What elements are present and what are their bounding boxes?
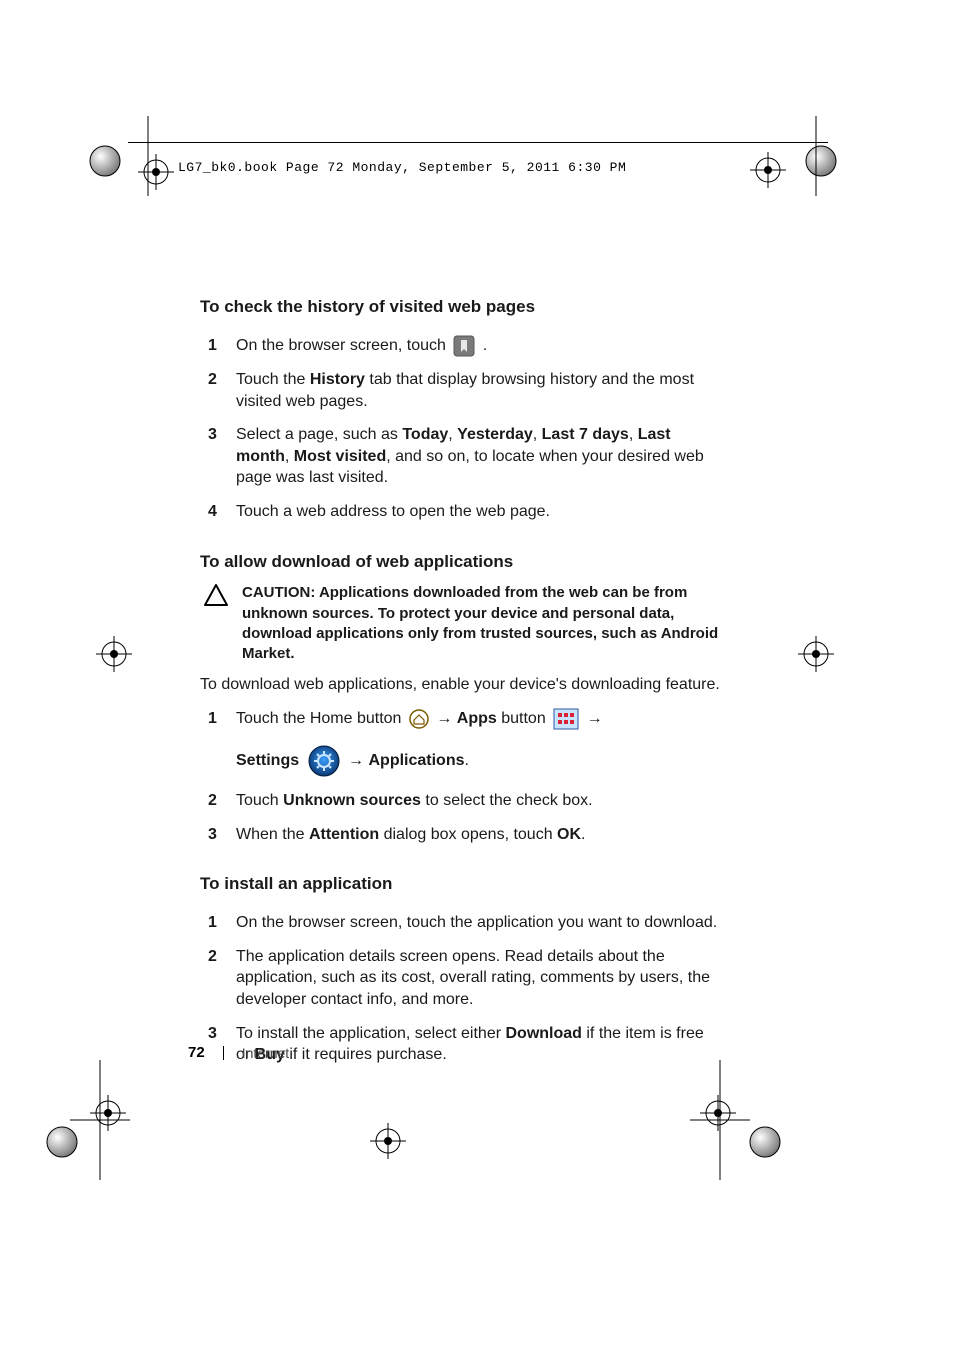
- crop-line-top: [128, 142, 828, 143]
- bookmark-icon: [453, 335, 475, 357]
- home-button-icon: [409, 709, 429, 729]
- step-text: ,: [448, 426, 457, 443]
- step-text: →: [436, 710, 456, 727]
- bold-term: Attention: [309, 826, 379, 843]
- bold-term: Download: [505, 1025, 581, 1042]
- page-number: 72: [188, 1044, 205, 1061]
- paragraph: To download web applications, enable you…: [200, 674, 720, 696]
- caution-text: CAUTION: Applications downloaded from th…: [242, 583, 720, 664]
- step-text: .: [483, 337, 487, 354]
- step-text: To install the application, select eithe…: [236, 1025, 505, 1042]
- list-item: On the browser screen, touch .: [200, 329, 720, 363]
- registration-target-icon: [700, 1095, 736, 1131]
- caution-triangle-icon: [203, 583, 229, 607]
- step-text: .: [581, 826, 585, 843]
- step-text: ,: [629, 426, 638, 443]
- step-text: dialog box opens, touch: [379, 826, 557, 843]
- settings-icon: [307, 744, 341, 778]
- list-item: Touch Unknown sources to select the chec…: [200, 784, 720, 818]
- bold-term: Applications: [368, 752, 464, 769]
- bold-term: Last 7 days: [542, 426, 629, 443]
- step-text: Touch: [236, 792, 283, 809]
- crop-mark-icon: [128, 116, 168, 196]
- bold-term: Apps: [457, 710, 497, 727]
- step-text: The application details screen opens. Re…: [236, 948, 710, 1008]
- list-item: Touch the Home button → Apps button → Se…: [200, 702, 720, 784]
- bold-term: Unknown sources: [283, 792, 421, 809]
- steps-check-history: On the browser screen, touch . Touch the…: [200, 329, 720, 529]
- heading-allow-download: To allow download of web applications: [200, 551, 720, 574]
- step-text: to select the check box.: [421, 792, 593, 809]
- step-text: Select a page, such as: [236, 426, 402, 443]
- registration-target-icon: [798, 636, 834, 672]
- page: LG7_bk0.book Page 72 Monday, September 5…: [0, 0, 954, 1351]
- registration-target-icon: [138, 154, 174, 190]
- registration-target-icon: [90, 1095, 126, 1131]
- apps-grid-icon: [553, 708, 579, 730]
- step-text: Touch a web address to open the web page…: [236, 503, 550, 520]
- step-text: When the: [236, 826, 309, 843]
- running-header: LG7_bk0.book Page 72 Monday, September 5…: [178, 160, 626, 175]
- step-text: On the browser screen, touch the applica…: [236, 914, 717, 931]
- crop-mark-icon: [796, 116, 836, 196]
- bold-term: Most visited: [294, 448, 386, 465]
- crop-mark-icon: [690, 1060, 750, 1180]
- step-text: Touch the Home button: [236, 710, 406, 727]
- list-item: When the Attention dialog box opens, tou…: [200, 818, 720, 852]
- registration-target-icon: [96, 636, 132, 672]
- list-item: On the browser screen, touch the applica…: [200, 906, 720, 940]
- crop-mark-icon: [70, 1060, 130, 1180]
- registration-target-icon: [370, 1123, 406, 1159]
- step-text: ,: [533, 426, 542, 443]
- caution-block: CAUTION: Applications downloaded from th…: [200, 583, 720, 664]
- list-item: Touch a web address to open the web page…: [200, 495, 720, 529]
- caution-label: CAUTION:: [242, 584, 319, 601]
- page-footer: 72 Internet: [188, 1044, 289, 1061]
- bold-term: History: [310, 371, 365, 388]
- registration-target-icon: [750, 152, 786, 188]
- list-item: The application details screen opens. Re…: [200, 940, 720, 1017]
- registration-sphere-icon: [88, 144, 122, 178]
- registration-sphere-icon: [45, 1125, 79, 1159]
- step-text: ,: [285, 448, 294, 465]
- registration-sphere-icon: [748, 1125, 782, 1159]
- bold-term: OK: [557, 826, 581, 843]
- bold-term: Today: [402, 426, 448, 443]
- bold-term: Settings: [236, 752, 299, 769]
- step-text: .: [465, 752, 469, 769]
- footer-separator: [223, 1046, 224, 1060]
- step-text: →: [348, 752, 368, 769]
- main-content: To check the history of visited web page…: [200, 296, 720, 1076]
- step-text: Touch the: [236, 371, 310, 388]
- registration-sphere-icon: [804, 144, 838, 178]
- bold-term: Yesterday: [457, 426, 533, 443]
- list-item: Select a page, such as Today, Yesterday,…: [200, 418, 720, 495]
- heading-install-app: To install an application: [200, 873, 720, 896]
- step-text: →: [587, 710, 603, 727]
- list-item: Touch the History tab that display brows…: [200, 363, 720, 418]
- step-text: button: [497, 710, 550, 727]
- steps-allow-download: Touch the Home button → Apps button → Se…: [200, 702, 720, 851]
- step-text: On the browser screen, touch: [236, 337, 450, 354]
- heading-check-history: To check the history of visited web page…: [200, 296, 720, 319]
- footer-section: Internet: [242, 1045, 289, 1061]
- step-text: if it requires purchase.: [285, 1046, 447, 1063]
